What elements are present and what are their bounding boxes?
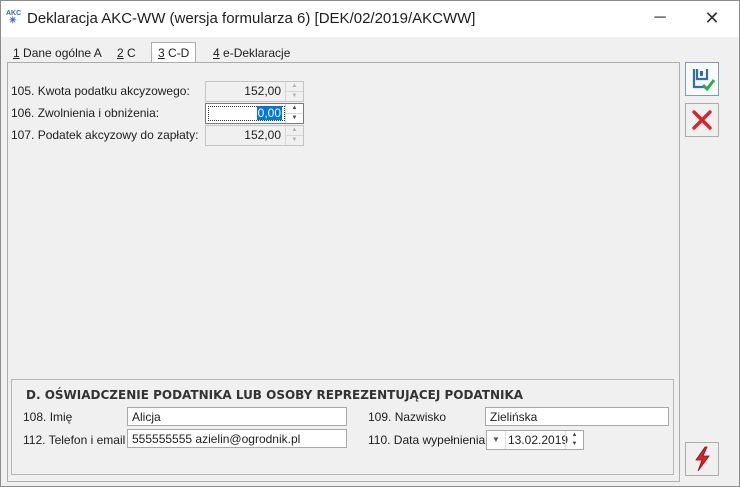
- minimize-icon: ─: [654, 9, 666, 26]
- field-105-value: 152,00: [244, 84, 281, 98]
- tab-hotkey: 2: [117, 46, 124, 60]
- cancel-button[interactable]: [685, 103, 719, 137]
- date-picker[interactable]: ▼ 13.02.2019 ▲ ▼: [486, 430, 584, 450]
- field-106-value[interactable]: 0,00: [256, 106, 282, 120]
- field-106-spinner[interactable]: ▲ ▼: [285, 104, 303, 123]
- field-107-input: 152,00 ▲ ▼: [205, 125, 304, 146]
- save-icon: [692, 69, 716, 92]
- tab-hotkey: 3: [158, 46, 165, 60]
- tab-hotkey: 1: [13, 46, 20, 60]
- tab-label: e-Deklaracje: [219, 46, 291, 60]
- save-button[interactable]: [685, 62, 719, 96]
- spin-down-icon: ▼: [291, 93, 298, 99]
- field-105-spinner: ▲ ▼: [285, 82, 303, 101]
- spin-down-icon: ▼: [291, 137, 298, 143]
- tab-hotkey: 4: [213, 46, 220, 60]
- field-105-input: 152,00 ▲ ▼: [205, 81, 304, 102]
- run-button[interactable]: [685, 442, 719, 476]
- spin-up-icon: ▲: [286, 82, 303, 92]
- window-title: Deklaracja AKC-WW (wersja formularza 6) …: [27, 10, 476, 27]
- spin-up-icon[interactable]: ▲: [566, 431, 583, 440]
- last-name-input[interactable]: Zielińska: [485, 407, 669, 426]
- field-107-value: 152,00: [244, 128, 281, 142]
- tab-c[interactable]: 2 C: [111, 44, 142, 63]
- title-bar: AKC ✳ Deklaracja AKC-WW (wersja formular…: [1, 1, 739, 37]
- field-105-label: 105. Kwota podatku akcyzowego:: [11, 84, 190, 98]
- spin-up-icon[interactable]: ▲: [286, 104, 303, 114]
- first-name-input[interactable]: Alicja: [127, 407, 347, 426]
- date-spinner[interactable]: ▲ ▼: [565, 431, 583, 449]
- spin-down-icon[interactable]: ▼: [566, 440, 583, 449]
- phone-email-label: 112. Telefon i email: [23, 433, 126, 447]
- field-107-spinner: ▲ ▼: [285, 126, 303, 145]
- first-name-label: 108. Imię: [23, 410, 73, 424]
- declaration-window: AKC ✳ Deklaracja AKC-WW (wersja formular…: [0, 0, 740, 487]
- spin-down-icon[interactable]: ▼: [286, 114, 303, 123]
- akc-app-icon: AKC ✳: [6, 10, 22, 25]
- spin-up-icon: ▲: [286, 126, 303, 136]
- cancel-icon: [692, 110, 712, 130]
- lightning-icon: [695, 446, 710, 472]
- field-106-label: 106. Zwolnienia i obniżenia:: [11, 106, 160, 120]
- date-label: 110. Data wypełnienia: [368, 433, 486, 447]
- section-d-group: D. OŚWIADCZENIE PODATNIKA LUB OSOBY REPR…: [11, 379, 674, 475]
- chevron-down-icon[interactable]: ▼: [487, 431, 506, 449]
- tab-label: C: [123, 46, 136, 60]
- tab-e-deklaracje[interactable]: 4 e-Deklaracje: [207, 44, 296, 63]
- tab-dane-ogolne-a[interactable]: 1 Dane ogólne A: [7, 44, 108, 63]
- phone-email-input[interactable]: 555555555 azielin@ogrodnik.pl: [127, 429, 347, 448]
- section-d-title: D. OŚWIADCZENIE PODATNIKA LUB OSOBY REPR…: [26, 388, 524, 402]
- tab-label: Dane ogólne A: [19, 46, 102, 60]
- minimize-button[interactable]: ─: [637, 3, 683, 33]
- last-name-label: 109. Nazwisko: [368, 410, 447, 424]
- field-107-label: 107. Podatek akcyzowy do zapłaty:: [11, 128, 199, 142]
- close-icon: ✕: [704, 8, 720, 28]
- field-106-input[interactable]: 0,00 ▲ ▼: [205, 103, 304, 124]
- close-window-button[interactable]: ✕: [689, 3, 735, 33]
- date-value[interactable]: 13.02.2019: [508, 433, 568, 447]
- tab-label: C-D: [164, 46, 190, 60]
